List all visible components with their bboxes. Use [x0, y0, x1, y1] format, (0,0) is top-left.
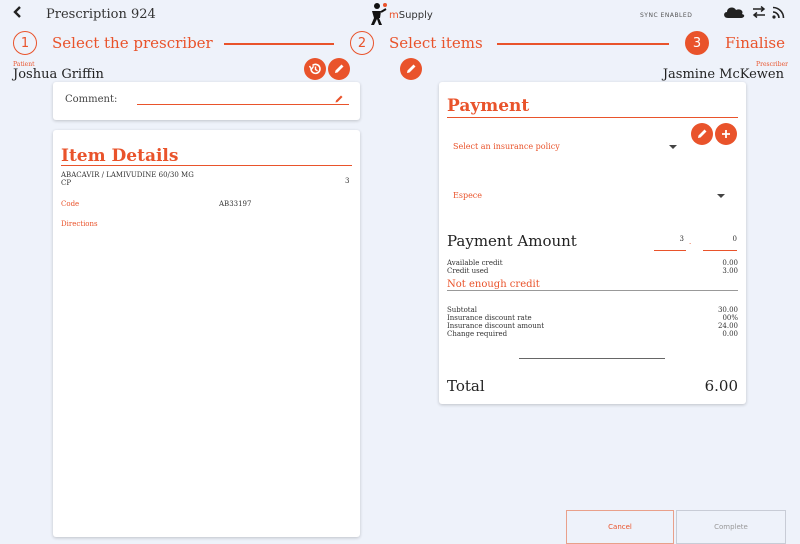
chevron-down-icon [669, 145, 677, 149]
payment-heading: Payment [447, 96, 530, 116]
back-button[interactable] [12, 4, 22, 23]
subtotal-value: 30.00 [717, 306, 738, 314]
add-insurance-button[interactable] [715, 123, 737, 145]
cancel-button[interactable]: Cancel [566, 510, 674, 544]
total-label: Total [447, 377, 485, 395]
payment-amount-cents[interactable]: 0 [703, 235, 737, 243]
divider [447, 117, 738, 118]
item-name: ABACAVIR / LAMIVUDINE 60/30 MG CP [61, 171, 194, 187]
step-2-label[interactable]: Select items [389, 34, 483, 52]
pencil-icon[interactable] [334, 94, 344, 104]
payment-type-select[interactable]: Espece [447, 187, 729, 203]
msupply-logo-icon [371, 3, 387, 25]
top-bar: Prescription 924 mSupply SYNC ENABLED [0, 0, 800, 28]
step-3-number[interactable]: 3 [685, 31, 709, 55]
edit-insurance-button[interactable] [691, 123, 713, 145]
step-connector [497, 43, 669, 45]
decimal-separator: . [689, 238, 692, 246]
discount-rate-value: 00% [722, 314, 738, 322]
code-value: AB33197 [219, 200, 252, 208]
insurance-select[interactable]: Select an insurance policy [447, 138, 679, 154]
credit-used-label: Credit used [447, 267, 489, 275]
divider [519, 358, 665, 359]
comment-card: Comment: [53, 82, 360, 120]
directions-label: Directions [61, 220, 98, 228]
edit-patient-button[interactable] [328, 58, 350, 80]
step-1-number[interactable]: 1 [13, 31, 37, 55]
credit-used-value: 3.00 [722, 267, 738, 275]
change-required-label: Change required [447, 330, 508, 338]
item-details-heading: Item Details [61, 146, 179, 166]
comment-label: Comment: [65, 94, 118, 105]
edit-items-button[interactable] [400, 58, 422, 80]
history-button[interactable] [304, 58, 326, 80]
chevron-left-icon [13, 6, 21, 18]
total-value: 6.00 [704, 377, 738, 395]
sync-status: SYNC ENABLED [640, 12, 693, 19]
pencil-icon [335, 64, 344, 73]
payment-amount-label: Payment Amount [447, 232, 577, 250]
prescriber-name: Jasmine McKewen [662, 67, 784, 82]
complete-button[interactable]: Complete [676, 510, 786, 544]
cloud-icon[interactable] [722, 5, 746, 19]
available-credit-value: 0.00 [722, 259, 738, 267]
step-1-label[interactable]: Select the prescriber [52, 34, 213, 52]
subtotal-label: Subtotal [447, 306, 478, 314]
msupply-logo: mSupply [366, 2, 446, 26]
step-connector [224, 43, 334, 45]
code-label: Code [61, 200, 80, 208]
divider [447, 290, 738, 291]
step-2-number[interactable]: 2 [350, 31, 374, 55]
discount-amount-label: Insurance discount amount [447, 322, 545, 330]
pencil-icon [698, 129, 707, 138]
credit-warning: Not enough credit [447, 279, 540, 290]
pencil-icon [407, 64, 416, 73]
logo-word: Supply [398, 10, 433, 21]
item-details-card: Item Details ABACAVIR / LAMIVUDINE 60/30… [53, 130, 360, 537]
sync-arrows-icon[interactable] [752, 6, 766, 18]
payment-type-value: Espece [453, 191, 483, 200]
payment-amount-whole[interactable]: 3 [654, 235, 684, 243]
wifi-feed-icon[interactable] [772, 5, 786, 19]
item-quantity: 3 [345, 177, 350, 185]
page-title: Prescription 924 [46, 7, 156, 22]
amount-underline [654, 250, 686, 251]
patient-name: Joshua Griffin [13, 67, 104, 82]
logo-letter-m: m [389, 10, 399, 21]
divider [61, 165, 352, 166]
insurance-select-value: Select an insurance policy [453, 142, 560, 151]
available-credit-label: Available credit [447, 259, 503, 267]
change-required-value: 0.00 [722, 330, 738, 338]
logo-text: mSupply [389, 10, 433, 21]
step-3-label[interactable]: Finalise [725, 34, 785, 52]
payment-card: Payment Select an insurance policy Espec… [439, 82, 746, 404]
history-icon [308, 63, 321, 75]
discount-amount-value: 24.00 [717, 322, 738, 330]
plus-icon [722, 130, 730, 138]
chevron-down-icon [717, 194, 725, 198]
amount-underline [703, 250, 737, 251]
discount-rate-label: Insurance discount rate [447, 314, 532, 322]
comment-input[interactable] [137, 104, 349, 105]
